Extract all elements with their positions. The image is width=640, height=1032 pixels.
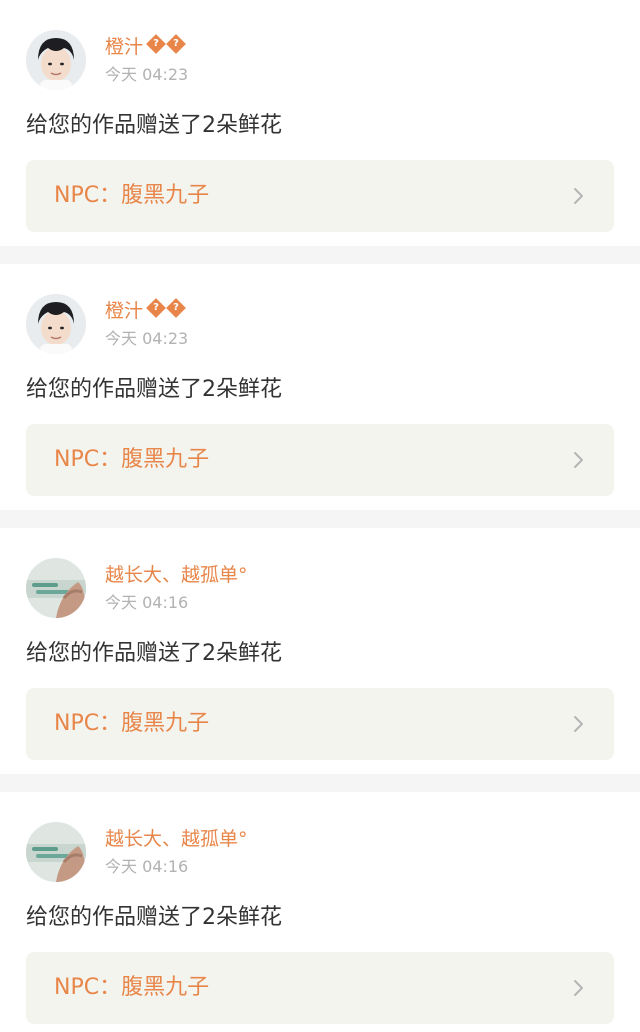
notification-feed: 橙汁?? 今天 04:23 给您的作品赠送了2朵鲜花 NPC：腹黑九子 橙汁?? bbox=[0, 0, 640, 1032]
username-text: 越长大、越孤单° bbox=[105, 828, 248, 850]
username[interactable]: 越长大、越孤单° bbox=[105, 562, 248, 588]
user-avatar[interactable] bbox=[26, 294, 86, 354]
gift-message: 给您的作品赠送了2朵鲜花 bbox=[26, 641, 282, 666]
user-avatar[interactable] bbox=[26, 30, 86, 90]
photo-avatar-boy-icon bbox=[26, 30, 86, 90]
photo-avatar-hand-icon bbox=[26, 558, 86, 618]
username[interactable]: 橙汁?? bbox=[105, 34, 186, 60]
username[interactable]: 橙汁?? bbox=[105, 298, 186, 324]
work-title: NPC：腹黑九子 bbox=[54, 183, 210, 208]
username[interactable]: 越长大、越孤单° bbox=[105, 826, 248, 852]
username-text: 橙汁 bbox=[105, 36, 144, 58]
vip-badge-icon: ? bbox=[166, 298, 186, 318]
chevron-right-icon bbox=[574, 716, 583, 732]
work-title: NPC：腹黑九子 bbox=[54, 447, 210, 472]
photo-avatar-hand-icon bbox=[26, 822, 86, 882]
vip-badge-icon: ? bbox=[166, 34, 186, 54]
notification-card: 橙汁?? 今天 04:23 给您的作品赠送了2朵鲜花 NPC：腹黑九子 bbox=[0, 264, 640, 510]
work-link[interactable]: NPC：腹黑九子 bbox=[26, 160, 614, 232]
chevron-right-icon bbox=[574, 452, 583, 468]
work-link[interactable]: NPC：腹黑九子 bbox=[26, 424, 614, 496]
work-title: NPC：腹黑九子 bbox=[54, 711, 210, 736]
timestamp: 今天 04:23 bbox=[105, 65, 189, 84]
work-link[interactable]: NPC：腹黑九子 bbox=[26, 952, 614, 1024]
gift-message: 给您的作品赠送了2朵鲜花 bbox=[26, 905, 282, 930]
user-avatar[interactable] bbox=[26, 558, 86, 618]
gift-message: 给您的作品赠送了2朵鲜花 bbox=[26, 377, 282, 402]
chevron-right-icon bbox=[574, 188, 583, 204]
user-avatar[interactable] bbox=[26, 822, 86, 882]
chevron-right-icon bbox=[574, 980, 583, 996]
notification-card: 橙汁?? 今天 04:23 给您的作品赠送了2朵鲜花 NPC：腹黑九子 bbox=[0, 0, 640, 246]
vip-badge-icon: ? bbox=[146, 298, 166, 318]
notification-card: 越长大、越孤单° 今天 04:16 给您的作品赠送了2朵鲜花 NPC：腹黑九子 bbox=[0, 528, 640, 774]
work-link[interactable]: NPC：腹黑九子 bbox=[26, 688, 614, 760]
work-title: NPC：腹黑九子 bbox=[54, 975, 210, 1000]
notification-card: 越长大、越孤单° 今天 04:16 给您的作品赠送了2朵鲜花 NPC：腹黑九子 bbox=[0, 792, 640, 1032]
username-text: 越长大、越孤单° bbox=[105, 564, 248, 586]
gift-message: 给您的作品赠送了2朵鲜花 bbox=[26, 113, 282, 138]
timestamp: 今天 04:16 bbox=[105, 857, 189, 876]
vip-badge-icon: ? bbox=[146, 34, 166, 54]
timestamp: 今天 04:16 bbox=[105, 593, 189, 612]
photo-avatar-boy-icon bbox=[26, 294, 86, 354]
timestamp: 今天 04:23 bbox=[105, 329, 189, 348]
username-text: 橙汁 bbox=[105, 300, 144, 322]
